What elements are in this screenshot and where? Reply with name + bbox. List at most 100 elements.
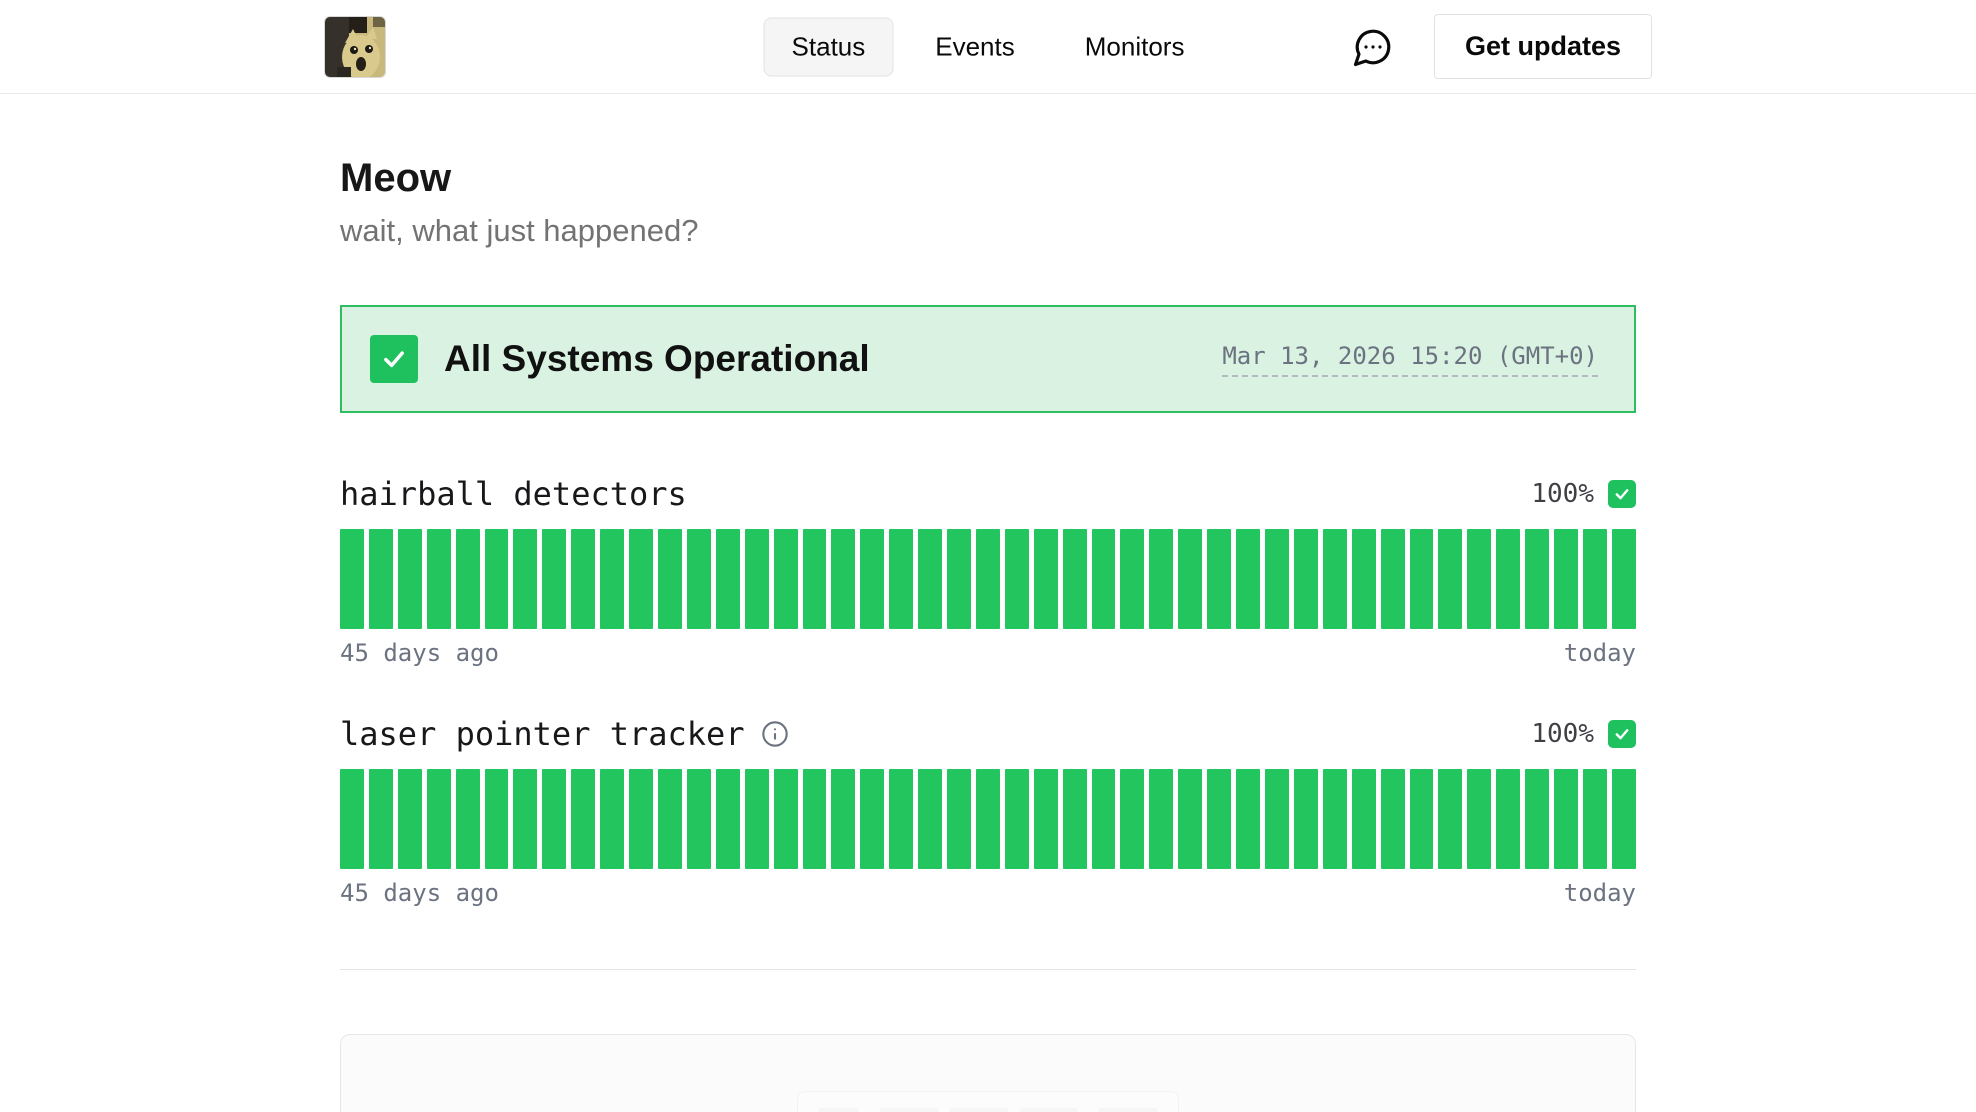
uptime-bar[interactable] bbox=[1207, 529, 1231, 629]
uptime-bar[interactable] bbox=[1496, 769, 1520, 869]
uptime-bar[interactable] bbox=[947, 769, 971, 869]
uptime-bar[interactable] bbox=[1410, 769, 1434, 869]
uptime-bar[interactable] bbox=[629, 769, 653, 869]
uptime-bar[interactable] bbox=[1352, 529, 1376, 629]
uptime-bar[interactable] bbox=[1612, 529, 1636, 629]
uptime-bar[interactable] bbox=[1438, 529, 1462, 629]
uptime-bar[interactable] bbox=[658, 769, 682, 869]
uptime-bar[interactable] bbox=[1323, 769, 1347, 869]
uptime-bar[interactable] bbox=[1381, 769, 1405, 869]
uptime-bar[interactable] bbox=[1554, 769, 1578, 869]
info-icon[interactable] bbox=[761, 720, 789, 748]
uptime-bar[interactable] bbox=[1467, 529, 1491, 629]
tab-events[interactable]: Events bbox=[907, 17, 1043, 76]
uptime-bar[interactable] bbox=[1005, 529, 1029, 629]
uptime-bar[interactable] bbox=[1525, 529, 1549, 629]
uptime-bar[interactable] bbox=[340, 769, 364, 869]
uptime-bar[interactable] bbox=[542, 769, 566, 869]
uptime-bar[interactable] bbox=[1034, 769, 1058, 869]
uptime-bar[interactable] bbox=[803, 529, 827, 629]
uptime-bar[interactable] bbox=[918, 529, 942, 629]
events-empty-state-preview bbox=[340, 1034, 1636, 1112]
uptime-bar[interactable] bbox=[1496, 529, 1520, 629]
uptime-bar[interactable] bbox=[1265, 769, 1289, 869]
brand-logo[interactable] bbox=[324, 16, 386, 78]
uptime-bar[interactable] bbox=[1178, 529, 1202, 629]
uptime-bar[interactable] bbox=[831, 529, 855, 629]
uptime-bar[interactable] bbox=[687, 769, 711, 869]
uptime-bar[interactable] bbox=[1149, 529, 1173, 629]
uptime-bar[interactable] bbox=[340, 529, 364, 629]
uptime-bar[interactable] bbox=[1612, 769, 1636, 869]
uptime-bar[interactable] bbox=[485, 769, 509, 869]
uptime-bar[interactable] bbox=[542, 529, 566, 629]
uptime-bar[interactable] bbox=[1583, 769, 1607, 869]
get-updates-button[interactable]: Get updates bbox=[1434, 14, 1652, 79]
uptime-bar[interactable] bbox=[1265, 529, 1289, 629]
uptime-bar[interactable] bbox=[803, 769, 827, 869]
uptime-bar[interactable] bbox=[1410, 529, 1434, 629]
uptime-bar[interactable] bbox=[947, 529, 971, 629]
uptime-bar[interactable] bbox=[976, 529, 1000, 629]
uptime-bar[interactable] bbox=[1034, 529, 1058, 629]
uptime-bar[interactable] bbox=[1381, 529, 1405, 629]
uptime-bar[interactable] bbox=[629, 529, 653, 629]
uptime-bar[interactable] bbox=[1120, 769, 1144, 869]
uptime-bar[interactable] bbox=[860, 769, 884, 869]
uptime-bar[interactable] bbox=[976, 769, 1000, 869]
uptime-bar[interactable] bbox=[1294, 529, 1318, 629]
uptime-bar[interactable] bbox=[716, 529, 740, 629]
uptime-bar[interactable] bbox=[658, 529, 682, 629]
uptime-bar[interactable] bbox=[369, 769, 393, 869]
uptime-bar[interactable] bbox=[1438, 769, 1462, 869]
uptime-bar[interactable] bbox=[398, 529, 422, 629]
uptime-bar[interactable] bbox=[1092, 769, 1116, 869]
uptime-bar[interactable] bbox=[687, 529, 711, 629]
uptime-bar[interactable] bbox=[1323, 529, 1347, 629]
uptime-bar[interactable] bbox=[1120, 529, 1144, 629]
uptime-bar[interactable] bbox=[716, 769, 740, 869]
uptime-bar[interactable] bbox=[398, 769, 422, 869]
uptime-bar[interactable] bbox=[774, 769, 798, 869]
uptime-bar[interactable] bbox=[745, 529, 769, 629]
uptime-bar[interactable] bbox=[1236, 529, 1260, 629]
uptime-bar[interactable] bbox=[600, 769, 624, 869]
uptime-bar[interactable] bbox=[1063, 769, 1087, 869]
uptime-bar[interactable] bbox=[1178, 769, 1202, 869]
uptime-bar[interactable] bbox=[571, 769, 595, 869]
uptime-percentage: 100% bbox=[1531, 719, 1594, 749]
uptime-bar[interactable] bbox=[456, 529, 480, 629]
uptime-bar[interactable] bbox=[1583, 529, 1607, 629]
uptime-bar[interactable] bbox=[1352, 769, 1376, 869]
uptime-bar[interactable] bbox=[513, 769, 537, 869]
tab-status[interactable]: Status bbox=[764, 17, 894, 76]
uptime-bar[interactable] bbox=[774, 529, 798, 629]
uptime-bar[interactable] bbox=[1525, 769, 1549, 869]
uptime-bar[interactable] bbox=[571, 529, 595, 629]
uptime-bar[interactable] bbox=[1063, 529, 1087, 629]
uptime-bar[interactable] bbox=[889, 769, 913, 869]
uptime-bar[interactable] bbox=[1005, 769, 1029, 869]
uptime-bar[interactable] bbox=[1092, 529, 1116, 629]
uptime-bar[interactable] bbox=[831, 769, 855, 869]
uptime-bar[interactable] bbox=[1554, 529, 1578, 629]
uptime-bar[interactable] bbox=[745, 769, 769, 869]
uptime-bar[interactable] bbox=[427, 769, 451, 869]
uptime-bar[interactable] bbox=[369, 529, 393, 629]
uptime-bar[interactable] bbox=[600, 529, 624, 629]
uptime-bar[interactable] bbox=[1149, 769, 1173, 869]
uptime-bar[interactable] bbox=[860, 529, 884, 629]
uptime-bar[interactable] bbox=[485, 529, 509, 629]
uptime-bar[interactable] bbox=[427, 529, 451, 629]
uptime-bar[interactable] bbox=[513, 529, 537, 629]
feedback-chat-button[interactable] bbox=[1352, 26, 1394, 68]
uptime-bar[interactable] bbox=[1207, 769, 1231, 869]
uptime-bar[interactable] bbox=[918, 769, 942, 869]
banner-timestamp[interactable]: Mar 13, 2026 15:20 (GMT+0) bbox=[1222, 342, 1598, 377]
uptime-bar[interactable] bbox=[456, 769, 480, 869]
tab-monitors[interactable]: Monitors bbox=[1057, 17, 1213, 76]
uptime-bar[interactable] bbox=[1467, 769, 1491, 869]
uptime-bar[interactable] bbox=[889, 529, 913, 629]
uptime-bar[interactable] bbox=[1236, 769, 1260, 869]
uptime-bar[interactable] bbox=[1294, 769, 1318, 869]
